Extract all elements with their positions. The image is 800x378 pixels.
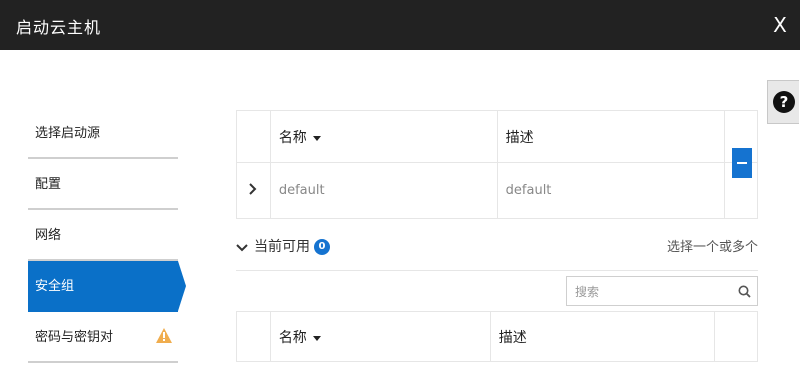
nav-item-network[interactable]: 网络: [28, 210, 178, 261]
nav-item-label: 密码与密钥对: [35, 330, 114, 345]
dialog-titlebar: 启动云主机 X: [0, 0, 800, 50]
nav-item-label: 配置: [35, 177, 62, 192]
nav-item-label: 安全组: [35, 279, 75, 294]
chevron-down-icon: [236, 244, 248, 252]
wizard-nav: 选择启动源 配置 网络 安全组 密码与密钥对: [28, 108, 186, 363]
table-header-row: 名称 描述: [236, 311, 759, 362]
column-header-name[interactable]: 名称: [269, 311, 491, 362]
available-table: 名称 描述: [236, 311, 759, 362]
nav-item-security-group[interactable]: 安全组: [28, 261, 186, 312]
search-icon[interactable]: [738, 285, 751, 298]
dialog-title: 启动云主机: [16, 18, 102, 37]
available-count-badge: 0: [314, 239, 330, 255]
sort-caret-icon: [312, 335, 321, 341]
available-title: 当前可用: [254, 239, 310, 255]
row-description: default: [505, 183, 552, 198]
warning-icon: [156, 328, 172, 343]
help-button[interactable]: ?: [767, 80, 799, 124]
help-icon: ?: [773, 91, 795, 113]
deallocate-button[interactable]: [731, 148, 752, 178]
svg-text:?: ?: [780, 93, 789, 111]
expand-row-button[interactable]: [236, 162, 271, 219]
column-header-name[interactable]: 名称: [269, 110, 498, 163]
column-header-description: 描述: [496, 110, 725, 163]
column-header-description: 描述: [489, 311, 715, 362]
allocated-table: 名称 描述 default default: [236, 110, 758, 219]
nav-item-keypair[interactable]: 密码与密钥对: [28, 312, 178, 363]
nav-item-source[interactable]: 选择启动源: [28, 108, 178, 159]
nav-item-label: 网络: [35, 228, 62, 243]
nav-item-flavor[interactable]: 配置: [28, 159, 178, 210]
chevron-right-icon: [249, 182, 257, 195]
close-button[interactable]: X: [760, 0, 800, 50]
select-hint: 选择一个或多个: [666, 240, 758, 255]
table-row: default default: [236, 148, 758, 219]
table-header-row: 名称 描述: [236, 110, 758, 163]
row-name: default: [278, 183, 325, 198]
sort-caret-icon: [312, 135, 321, 141]
available-section-header[interactable]: 当前可用 0 选择一个或多个: [236, 232, 758, 271]
search-input[interactable]: [573, 283, 737, 301]
search-box: [566, 276, 758, 306]
nav-item-label: 选择启动源: [35, 126, 101, 141]
